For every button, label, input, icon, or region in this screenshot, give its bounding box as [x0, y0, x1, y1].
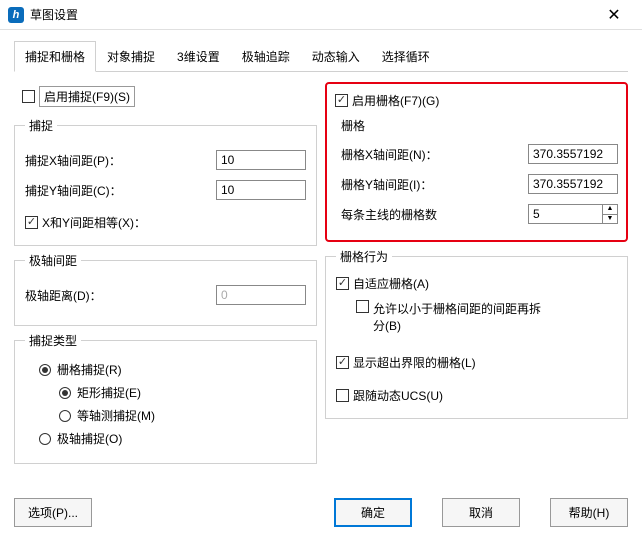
major-lines-label: 每条主线的栅格数: [341, 206, 528, 223]
grid-group-label: 栅格: [341, 117, 618, 134]
snap-group-label: 捕捉: [25, 117, 57, 134]
equal-xy-checkbox[interactable]: [25, 216, 38, 229]
grid-behavior-group: 栅格行为 自适应栅格(A) 允许以小于栅格间距的间距再拆分(B) 显示超出界限的…: [325, 248, 628, 419]
grid-x-input[interactable]: [528, 144, 618, 164]
rect-snap-radio[interactable]: [59, 387, 71, 399]
grid-y-input[interactable]: [528, 174, 618, 194]
polar-dist-label: 极轴距离(D)：: [25, 287, 216, 304]
polar-snap-radio[interactable]: [39, 433, 51, 445]
snap-group: 捕捉 捕捉X轴间距(P)： 捕捉Y轴间距(C)： X和Y间距相等(X)：: [14, 117, 317, 246]
tab-snap-grid[interactable]: 捕捉和栅格: [14, 41, 96, 72]
titlebar: h 草图设置 ✕: [0, 0, 642, 30]
window-title: 草图设置: [30, 6, 594, 23]
enable-grid-label: 启用栅格(F7)(G): [352, 92, 439, 109]
snap-y-label: 捕捉Y轴间距(C)：: [25, 182, 216, 199]
tab-polar[interactable]: 极轴追踪: [231, 41, 301, 72]
snap-y-input[interactable]: [216, 180, 306, 200]
snap-type-group: 捕捉类型 栅格捕捉(R) 矩形捕捉(E) 等轴测捕捉(M) 极轴捕捉(O): [14, 332, 317, 464]
grid-snap-label: 栅格捕捉(R): [57, 361, 122, 378]
iso-snap-radio[interactable]: [59, 410, 71, 422]
equal-xy-label: X和Y间距相等(X)：: [42, 214, 146, 231]
grid-snap-radio[interactable]: [39, 364, 51, 376]
adaptive-grid-checkbox[interactable]: [336, 277, 349, 290]
spin-up-icon[interactable]: ▲: [603, 205, 617, 215]
major-lines-input[interactable]: 5 ▲ ▼: [528, 204, 618, 224]
app-icon: h: [8, 7, 24, 23]
allow-sub-checkbox[interactable]: [356, 300, 369, 313]
ok-button[interactable]: 确定: [334, 498, 412, 527]
enable-grid-checkbox[interactable]: [335, 94, 348, 107]
follow-ucs-label: 跟随动态UCS(U): [353, 387, 443, 404]
polar-spacing-label: 极轴间距: [25, 252, 81, 269]
enable-snap-label: 启用捕捉(F9)(S): [39, 86, 135, 107]
show-beyond-checkbox[interactable]: [336, 356, 349, 369]
polar-snap-label: 极轴捕捉(O): [57, 430, 122, 447]
iso-snap-label: 等轴测捕捉(M): [77, 407, 155, 424]
enable-snap-checkbox[interactable]: [22, 90, 35, 103]
highlighted-grid-section: 启用栅格(F7)(G) 栅格 栅格X轴间距(N)： 栅格Y轴间距(I)： 每条主…: [325, 82, 628, 242]
tab-selection[interactable]: 选择循环: [371, 41, 441, 72]
polar-dist-input: [216, 285, 306, 305]
tab-3d[interactable]: 3维设置: [166, 41, 231, 72]
tab-dynamic[interactable]: 动态输入: [301, 41, 371, 72]
grid-y-label: 栅格Y轴间距(I)：: [341, 176, 528, 193]
follow-ucs-checkbox[interactable]: [336, 389, 349, 402]
rect-snap-label: 矩形捕捉(E): [77, 384, 141, 401]
allow-sub-label: 允许以小于栅格间距的间距再拆分(B): [373, 300, 543, 334]
cancel-button[interactable]: 取消: [442, 498, 520, 527]
grid-behavior-label: 栅格行为: [336, 248, 392, 265]
help-button[interactable]: 帮助(H): [550, 498, 628, 527]
tab-object-snap[interactable]: 对象捕捉: [96, 41, 166, 72]
adaptive-grid-label: 自适应栅格(A): [353, 275, 429, 292]
show-beyond-label: 显示超出界限的栅格(L): [353, 354, 476, 371]
snap-x-input[interactable]: [216, 150, 306, 170]
polar-spacing-group: 极轴间距 极轴距离(D)：: [14, 252, 317, 326]
close-icon[interactable]: ✕: [594, 5, 634, 25]
snap-type-label: 捕捉类型: [25, 332, 81, 349]
options-button[interactable]: 选项(P)...: [14, 498, 92, 527]
grid-x-label: 栅格X轴间距(N)：: [341, 146, 528, 163]
snap-x-label: 捕捉X轴间距(P)：: [25, 152, 216, 169]
spin-down-icon[interactable]: ▼: [603, 215, 617, 224]
tab-bar: 捕捉和栅格 对象捕捉 3维设置 极轴追踪 动态输入 选择循环: [14, 40, 628, 72]
